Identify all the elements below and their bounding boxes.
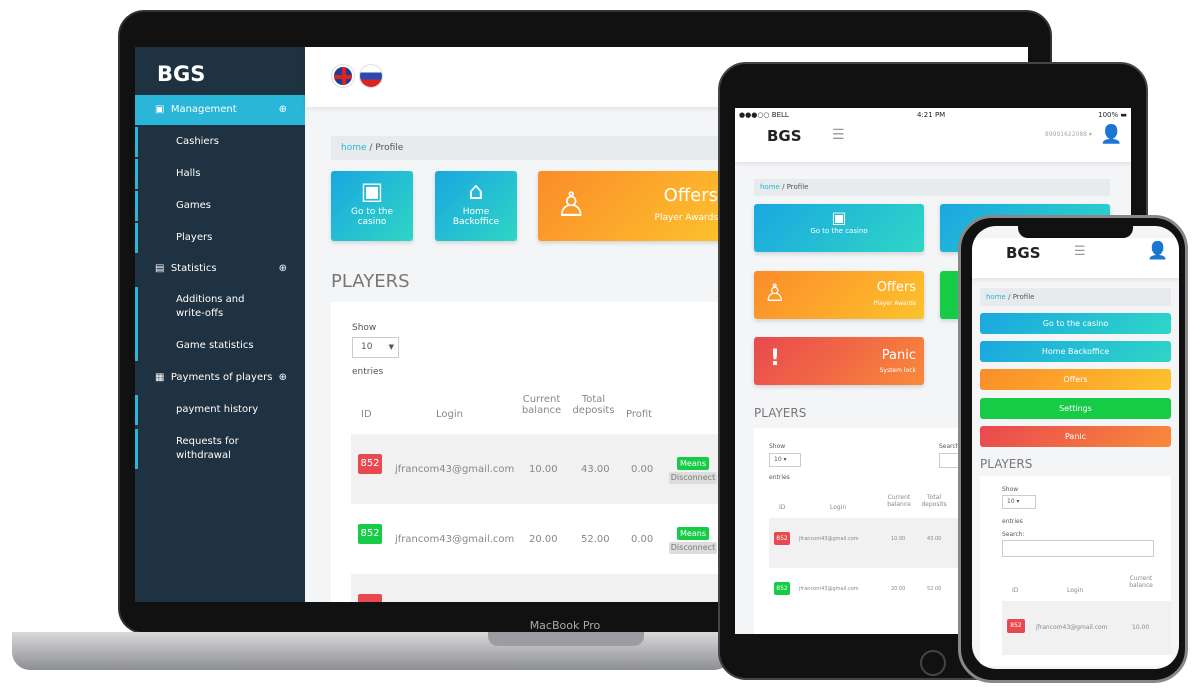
players-card: Show 10 ▼ entries ID Login Current balanc…: [331, 302, 731, 602]
chevron-icon: ⊕: [278, 263, 287, 274]
go-to-casino-tile[interactable]: ▣ Go to the casino: [331, 171, 413, 241]
laptop-notch: [488, 632, 644, 646]
avatar-icon[interactable]: 👤: [1147, 241, 1168, 261]
status-carrier: ●●●○○ BELL: [739, 111, 789, 119]
sidebar-item-games[interactable]: Games: [135, 191, 305, 221]
sidebar: BGS ▣ Management ⊕ Cashiers Halls Games P…: [135, 47, 305, 602]
disconnect-button[interactable]: Disconnect: [669, 542, 717, 554]
window-icon: ▣: [831, 208, 847, 227]
sidebar-item-payment-history[interactable]: payment history: [135, 395, 305, 425]
sidebar-item-game-statistics[interactable]: Game statistics: [135, 331, 305, 361]
panic-tile[interactable]: ! Panic System lock: [754, 337, 924, 385]
disconnect-button[interactable]: Disconnect: [669, 472, 717, 484]
home-backoffice-tile[interactable]: ⌂ Home Backoffice: [435, 171, 517, 241]
battery-status: 100% ▬: [1098, 111, 1127, 119]
go-to-casino-tile[interactable]: ▣ Go to the casino: [754, 204, 924, 252]
section-title: PLAYERS: [331, 271, 410, 292]
sidebar-item-statistics[interactable]: ▤ Statistics ⊕: [135, 254, 305, 284]
offers-tile[interactable]: ♙ Offers Player Awards: [754, 271, 924, 319]
chart-icon: ▤: [155, 263, 165, 274]
caret-down-icon: ▼: [388, 343, 394, 351]
go-to-casino-button[interactable]: Go to the casino: [980, 313, 1171, 334]
table-row: 852 jfrancom43@gmail.com 10.00 43.00 0.0…: [351, 434, 731, 504]
sidebar-item-halls[interactable]: Halls: [135, 159, 305, 189]
offers-button[interactable]: Offers: [980, 369, 1171, 390]
tablet-home-button: [920, 650, 946, 676]
offers-tile[interactable]: ♙ Offers Player Awards: [538, 171, 728, 241]
entries-select[interactable]: 10 ▾: [769, 453, 801, 467]
home-icon: ⌂: [468, 177, 484, 205]
hamburger-menu-icon[interactable]: ☰: [1074, 244, 1086, 259]
window-icon: ▣: [155, 104, 165, 115]
payment-icon: ▦: [155, 372, 165, 383]
sidebar-item-additions[interactable]: Additions and write-offs: [135, 287, 305, 331]
means-button[interactable]: Means: [677, 527, 709, 540]
player-id-badge[interactable]: 852: [358, 524, 382, 544]
chevron-icon: ⊕: [278, 104, 287, 115]
table-row: 852 jfrancom43@gmail.com 10.00: [1002, 601, 1171, 655]
home-backoffice-button[interactable]: Home Backoffice: [980, 341, 1171, 362]
phone-screen: BGS ☰ 👤 home / Profile Go to the casino …: [972, 226, 1179, 669]
logo: BGS: [157, 62, 206, 86]
phone-header: BGS ☰ 👤: [972, 238, 1179, 278]
players-card: Show 10 ▾ entries Search: ID Login Curre…: [980, 476, 1171, 666]
breadcrumb-home-link[interactable]: home: [341, 143, 367, 153]
search-input[interactable]: [1002, 540, 1154, 557]
user-menu[interactable]: 89991622088 ▾: [1045, 131, 1092, 138]
player-id-badge[interactable]: 852: [358, 454, 382, 474]
means-button[interactable]: Means: [677, 457, 709, 470]
avatar-icon[interactable]: 👤: [1100, 124, 1122, 145]
sidebar-item-payments[interactable]: ▦ Payments of players ⊕: [135, 363, 305, 393]
table-row: 852 jfrancom43@gmail.com 20.00 52.00 0.0…: [351, 504, 731, 574]
uk-flag-icon[interactable]: [332, 65, 354, 87]
user-icon: ♙: [764, 279, 786, 307]
user-icon: ♙: [556, 185, 587, 225]
laptop-label: MacBook Pro: [529, 619, 601, 632]
russia-flag-icon[interactable]: [360, 65, 382, 87]
table-row: [351, 574, 731, 602]
window-icon: ▣: [360, 177, 384, 205]
phone-notch: [1018, 226, 1133, 238]
settings-button[interactable]: Settings: [980, 398, 1171, 419]
sidebar-item-cashiers[interactable]: Cashiers: [135, 127, 305, 157]
exclamation-icon: !: [770, 346, 781, 371]
entries-select[interactable]: 10 ▼: [352, 337, 399, 358]
chevron-icon: ⊕: [278, 372, 287, 383]
breadcrumb: home / Profile: [754, 179, 1110, 196]
hamburger-menu-icon[interactable]: ☰: [832, 127, 845, 143]
panic-button[interactable]: Panic: [980, 426, 1171, 447]
entries-select[interactable]: 10 ▾: [1002, 495, 1036, 509]
sidebar-item-management[interactable]: ▣ Management ⊕: [135, 95, 305, 125]
sidebar-item-withdrawal[interactable]: Requests for withdrawal: [135, 429, 305, 469]
breadcrumb: home / Profile: [980, 288, 1171, 306]
sidebar-item-players[interactable]: Players: [135, 223, 305, 253]
breadcrumb: home / Profile: [331, 136, 731, 160]
tablet-header: ●●●○○ BELL 4:21 PM 100% ▬ BGS ☰ 89991622…: [735, 108, 1131, 162]
